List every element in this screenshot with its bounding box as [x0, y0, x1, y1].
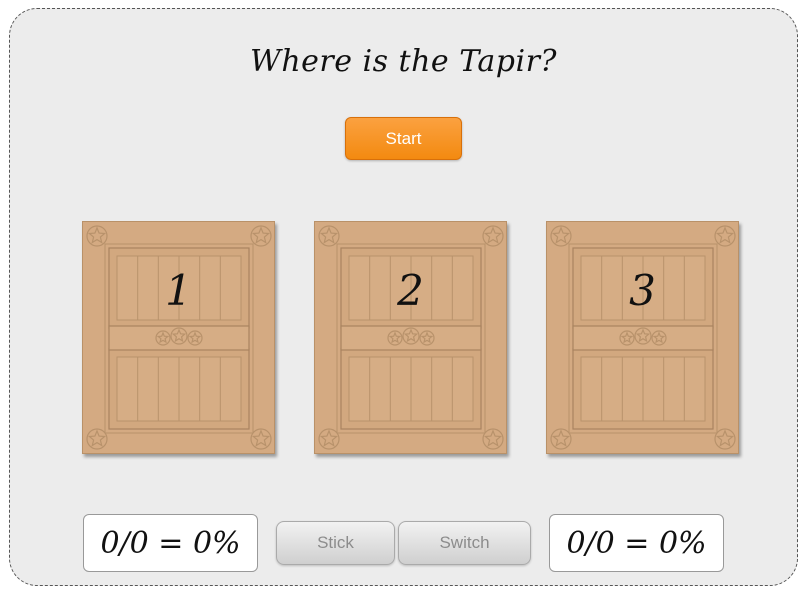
door-panel-art — [550, 225, 736, 450]
start-button[interactable]: Start — [345, 117, 462, 160]
switch-button[interactable]: Switch — [398, 521, 531, 565]
stick-score: 0/0 = 0% — [83, 514, 258, 572]
switch-score: 0/0 = 0% — [549, 514, 724, 572]
door-panel-art — [318, 225, 504, 450]
door-number: 2 — [397, 266, 424, 315]
stick-button[interactable]: Stick — [276, 521, 395, 565]
door-2[interactable]: 2 — [314, 221, 507, 454]
door-1[interactable]: 1 — [82, 221, 275, 454]
door-number: 3 — [629, 266, 656, 315]
door-number: 1 — [165, 266, 192, 315]
door-panel-art — [86, 225, 272, 450]
door-3[interactable]: 3 — [546, 221, 739, 454]
game-title: Where is the Tapir? — [249, 44, 558, 79]
